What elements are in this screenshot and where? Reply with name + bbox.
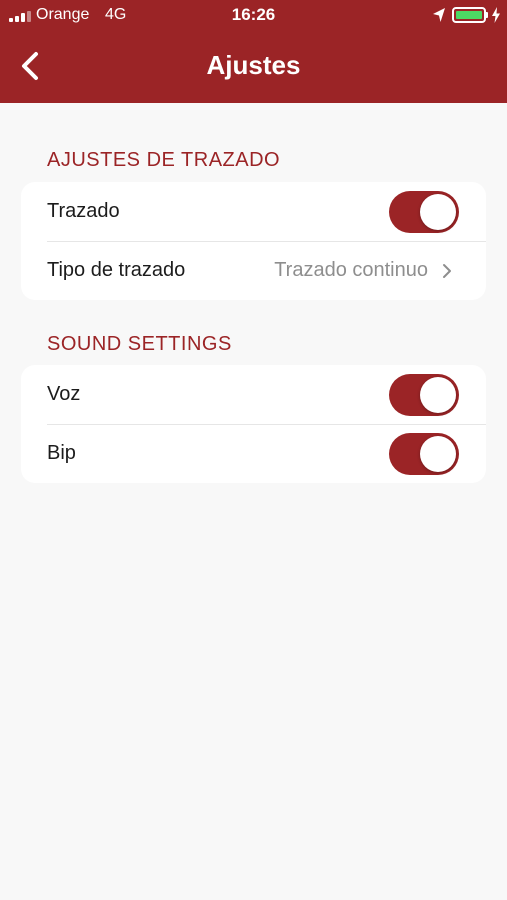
battery-cap — [486, 12, 488, 18]
bip-toggle[interactable] — [389, 433, 459, 475]
toggle-knob — [420, 377, 456, 413]
toggle-knob — [420, 194, 456, 230]
settings-row-tipo-de-trazado[interactable]: Tipo de trazado Trazado continuo — [21, 241, 486, 300]
settings-group-sound: Voz Bip — [21, 365, 486, 483]
charging-bolt-icon — [492, 7, 500, 23]
row-label: Voz — [47, 383, 81, 405]
settings-row-bip[interactable]: Bip — [21, 424, 486, 483]
trazado-toggle[interactable] — [389, 191, 459, 233]
section-header-sound: SOUND SETTINGS — [47, 333, 232, 355]
location-arrow-icon — [433, 8, 445, 22]
toggle-knob — [420, 436, 456, 472]
settings-row-trazado[interactable]: Trazado — [21, 182, 486, 241]
status-time: 16:26 — [231, 5, 276, 24]
row-label: Tipo de trazado — [47, 259, 186, 281]
page-title: Ajustes — [206, 50, 301, 80]
settings-group-trazado: Trazado Tipo de trazado Trazado continuo — [21, 182, 486, 300]
settings-row-voz[interactable]: Voz — [21, 365, 486, 424]
section-header-trazado: AJUSTES DE TRAZADO — [47, 149, 281, 171]
row-value: Trazado continuo — [274, 259, 428, 281]
navigation-bar: Orange 4G 16:26 Ajustes — [0, 0, 507, 103]
voz-toggle[interactable] — [389, 374, 459, 416]
battery-level — [456, 11, 482, 19]
chevron-right-icon — [443, 264, 451, 278]
battery-icon — [452, 7, 486, 23]
status-bar: Orange 4G 16:26 — [0, 0, 507, 30]
row-label: Trazado — [47, 200, 120, 222]
row-label: Bip — [47, 442, 76, 464]
